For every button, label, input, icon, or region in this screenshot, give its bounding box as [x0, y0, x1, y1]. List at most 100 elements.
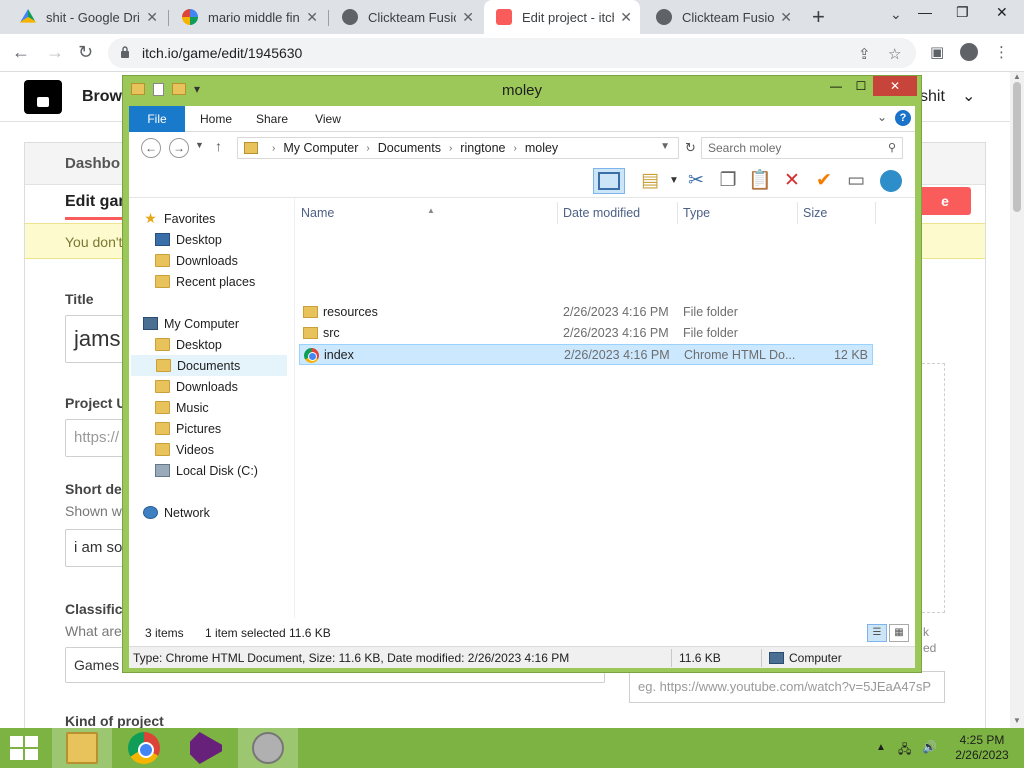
recent-locations-chevron-icon[interactable]: ▼	[195, 140, 204, 150]
browser-tab-mario[interactable]: mario middle finger ✕	[170, 0, 326, 34]
restore-icon[interactable]: ❐	[956, 4, 969, 21]
ribbon-tab-file[interactable]: File	[129, 106, 185, 132]
bookmark-star-icon[interactable]: ☆	[888, 45, 901, 63]
cut-icon[interactable]: ✂	[681, 168, 711, 194]
column-separator[interactable]	[875, 202, 876, 224]
explorer-close-icon[interactable]: ✕	[873, 76, 917, 96]
browser-tab-edit-project[interactable]: Edit project - itch.io ✕	[484, 0, 640, 34]
nav-favorites-downloads[interactable]: Downloads	[155, 250, 313, 271]
volume-icon[interactable]: 🔊	[922, 740, 937, 754]
file-row-index[interactable]: index 2/26/2023 4:16 PM Chrome HTML Do..…	[299, 344, 873, 365]
explorer-title-bar[interactable]: ▾ moley — ☐ ✕	[123, 76, 921, 106]
nav-computer-downloads[interactable]: Downloads	[155, 376, 313, 397]
explorer-address-bar[interactable]: › My Computer › Documents › ringtone › m…	[237, 137, 679, 159]
close-tab-icon[interactable]: ✕	[780, 9, 792, 26]
close-window-icon[interactable]: ✕	[996, 4, 1008, 21]
explorer-maximize-icon[interactable]: ☐	[849, 76, 873, 96]
ribbon-tab-home[interactable]: Home	[191, 106, 241, 132]
nav-computer-videos[interactable]: Videos	[155, 439, 313, 460]
forward-arrow-icon[interactable]: →	[46, 42, 64, 63]
file-row-src[interactable]: src 2/26/2023 4:16 PM File folder	[299, 323, 873, 344]
browser-tab-google-drive[interactable]: shit - Google Drive ✕	[8, 0, 166, 34]
nav-recent-places[interactable]: Recent places	[155, 271, 313, 292]
reload-icon[interactable]: ↻	[78, 42, 93, 63]
new-tab-button[interactable]: +	[812, 4, 825, 30]
dashboard-link[interactable]: Dashbo	[65, 155, 120, 172]
paste-icon[interactable]: 📋	[745, 168, 775, 194]
network-tray-icon[interactable]: 🖧	[898, 740, 911, 761]
file-row-resources[interactable]: resources 2/26/2023 4:16 PM File folder	[299, 302, 873, 323]
select-checklist-icon[interactable]: ▤	[633, 168, 667, 194]
tab-search-chevron-icon[interactable]: ⌄	[890, 6, 902, 23]
column-header-date-modified[interactable]: Date modified	[563, 202, 677, 224]
nav-favorites[interactable]: ★ Favorites	[143, 208, 301, 229]
nav-network[interactable]: Network	[143, 502, 301, 523]
column-header-size[interactable]: Size	[803, 202, 873, 224]
scroll-up-icon[interactable]: ▲	[1013, 72, 1021, 81]
search-moley-input[interactable]: Search moley ⚲	[701, 137, 903, 159]
taskbar-file-explorer[interactable]	[52, 728, 112, 768]
breadcrumb-ringtone[interactable]: ringtone	[460, 141, 505, 155]
menu-kebab-icon[interactable]: ⋮	[994, 43, 1009, 61]
tray-overflow-chevron-icon[interactable]: ▲	[876, 742, 886, 753]
close-tab-icon[interactable]: ✕	[462, 9, 474, 26]
refresh-icon[interactable]: ↻	[685, 140, 696, 156]
column-separator[interactable]	[557, 202, 558, 224]
nav-local-disk[interactable]: Local Disk (C:)	[155, 460, 313, 481]
breadcrumb-my-computer[interactable]: My Computer	[283, 141, 358, 155]
explorer-back-icon[interactable]: ←	[141, 138, 161, 158]
close-tab-icon[interactable]: ✕	[146, 9, 158, 26]
share-icon[interactable]: ⇪	[858, 45, 871, 63]
user-menu[interactable]: shit	[920, 88, 945, 106]
breadcrumb-documents[interactable]: Documents	[378, 141, 441, 155]
column-separator[interactable]	[797, 202, 798, 224]
page-scrollbar[interactable]: ▲ ▼	[1010, 72, 1024, 728]
column-header-name[interactable]: Name ▲	[301, 202, 557, 224]
taskbar-clock[interactable]: 4:25 PM 2/26/2023	[946, 733, 1018, 763]
nav-favorites-desktop[interactable]: Desktop	[155, 229, 313, 250]
close-tab-icon[interactable]: ✕	[620, 9, 632, 26]
address-bar[interactable]: itch.io/game/edit/1945630 ⇪ ☆	[108, 38, 916, 68]
taskbar-visual-studio[interactable]	[176, 728, 236, 768]
back-arrow-icon[interactable]: ←	[12, 42, 30, 63]
nav-computer-music[interactable]: Music	[155, 397, 313, 418]
side-panel-icon[interactable]: ▣	[930, 43, 944, 61]
column-separator[interactable]	[677, 202, 678, 224]
taskbar-chrome[interactable]	[114, 728, 174, 768]
nav-my-computer[interactable]: My Computer	[143, 313, 301, 334]
details-view-icon[interactable]: ☰	[867, 624, 887, 642]
breadcrumb-moley[interactable]: moley	[525, 141, 558, 155]
view-page-button[interactable]: e	[919, 187, 971, 215]
copy-icon[interactable]: ❐	[713, 168, 743, 194]
nav-computer-pictures[interactable]: Pictures	[155, 418, 313, 439]
column-header-type[interactable]: Type	[683, 202, 797, 224]
explorer-minimize-icon[interactable]: —	[823, 76, 849, 96]
nav-computer-desktop[interactable]: Desktop	[155, 334, 313, 355]
taskbar-clickteam-fusion[interactable]	[238, 728, 298, 768]
minimize-icon[interactable]: —	[918, 4, 932, 20]
expand-ribbon-chevron-icon[interactable]: ⌄	[877, 110, 887, 124]
ribbon-tab-share[interactable]: Share	[247, 106, 297, 132]
itchio-logo-icon[interactable]	[24, 80, 62, 114]
delete-icon[interactable]: ✕	[777, 168, 807, 194]
preview-pane-icon[interactable]	[593, 168, 625, 194]
ribbon-tab-view[interactable]: View	[303, 106, 353, 132]
search-icon[interactable]: ⚲	[888, 138, 896, 158]
windows-start-icon[interactable]	[10, 736, 38, 760]
nav-computer-documents[interactable]: Documents	[131, 355, 287, 376]
checkmark-icon[interactable]: ✔	[809, 168, 839, 194]
large-icons-view-icon[interactable]: ▦	[889, 624, 909, 642]
browser-tab-clickteam-2[interactable]: Clickteam Fusion ✕	[644, 0, 800, 34]
scrollbar-thumb[interactable]	[1013, 82, 1021, 212]
help-icon[interactable]: ?	[895, 110, 911, 126]
network-globe-icon[interactable]	[875, 168, 907, 194]
browser-tab-clickteam-1[interactable]: Clickteam Fusion ✕	[330, 0, 482, 34]
close-tab-icon[interactable]: ✕	[306, 9, 318, 26]
up-arrow-icon[interactable]: ↑	[215, 138, 222, 154]
dropdown-chevron-icon[interactable]: ▼	[669, 168, 679, 194]
address-dropdown-icon[interactable]: ▼	[660, 141, 670, 152]
chevron-down-icon[interactable]: ⌄	[962, 86, 975, 106]
explorer-forward-icon[interactable]: →	[169, 138, 189, 158]
rename-icon[interactable]: ▭	[841, 168, 871, 194]
scroll-down-icon[interactable]: ▼	[1013, 716, 1021, 725]
